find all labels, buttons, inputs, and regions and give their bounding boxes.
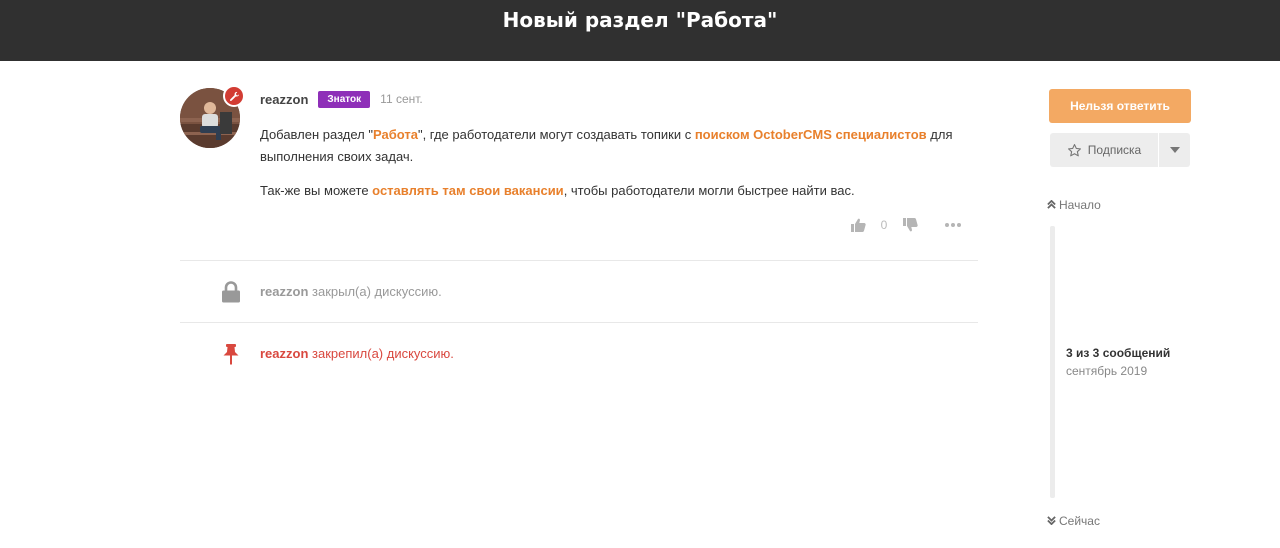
text-span: ", где работодатели могут создавать топи…	[417, 127, 695, 142]
event-closed-text: reazzon закрыл(а) дискуссию.	[260, 284, 442, 299]
post-divider	[180, 260, 978, 261]
scrubber-scrollbar[interactable]	[1050, 226, 1055, 498]
subscription-dropdown-toggle[interactable]	[1159, 133, 1190, 167]
caret-down-icon	[1169, 147, 1180, 153]
discussion-hero: Новый раздел "Работа"	[0, 0, 1280, 61]
link-find-specialists[interactable]: поиском OctoberCMS специалистов	[695, 127, 927, 142]
scrubber-info: 3 из 3 сообщений сентябрь 2019	[1066, 346, 1170, 378]
event-action: закрыл(а) дискуссию.	[308, 284, 442, 299]
post-paragraph: Добавлен раздел "Работа", где работодате…	[260, 124, 960, 168]
double-chevron-up-icon	[1047, 199, 1056, 211]
post-paragraph: Так-же вы можете оставлять там свои вака…	[260, 180, 960, 202]
double-chevron-down-icon	[1047, 515, 1056, 527]
text-span: Добавлен раздел "	[260, 127, 373, 142]
event-divider	[180, 322, 978, 323]
subscription-control: Подписка	[1050, 133, 1190, 167]
post-username[interactable]: reazzon	[260, 92, 308, 107]
star-icon	[1067, 143, 1082, 158]
discussion-title: Новый раздел "Работа"	[502, 8, 778, 32]
scrubber-last[interactable]: Сейчас	[1047, 514, 1100, 528]
pin-icon	[220, 343, 242, 365]
post-header: reazzon Знаток 11 сент.	[260, 90, 423, 108]
scrubber-first-label: Начало	[1059, 198, 1101, 212]
lock-icon	[220, 281, 242, 303]
reply-button[interactable]: Нельзя ответить	[1049, 89, 1191, 123]
event-pinned: reazzon закрепил(а) дискуссию.	[180, 340, 978, 370]
event-closed: reazzon закрыл(а) дискуссию.	[180, 278, 978, 308]
event-username[interactable]: reazzon	[260, 346, 308, 361]
link-post-vacancies[interactable]: оставлять там свои вакансии	[372, 183, 564, 198]
thumbs-down-icon[interactable]	[902, 217, 918, 233]
text-span: , чтобы работодатели могли быстрее найти…	[563, 183, 855, 198]
post-time[interactable]: 11 сент.	[380, 92, 423, 106]
event-pinned-text: reazzon закрепил(а) дискуссию.	[260, 346, 454, 361]
moderator-badge	[223, 85, 245, 107]
subscribe-label: Подписка	[1087, 143, 1142, 157]
group-badge: Знаток	[318, 90, 371, 108]
wrench-icon	[229, 91, 240, 102]
vote-count: 0	[880, 218, 888, 232]
more-options-icon[interactable]	[944, 217, 962, 233]
scrubber-last-label: Сейчас	[1059, 514, 1100, 528]
text-span: Так-же вы можете	[260, 183, 373, 198]
link-work-section[interactable]: Работа	[373, 127, 418, 142]
thumbs-up-icon[interactable]	[850, 217, 866, 233]
user-avatar[interactable]	[180, 85, 245, 150]
scrubber-first[interactable]: Начало	[1047, 198, 1101, 212]
post-actions: 0	[850, 216, 962, 234]
scrubber-position: 3 из 3 сообщений	[1066, 346, 1171, 360]
post-body: Добавлен раздел "Работа", где работодате…	[260, 124, 960, 214]
scrubber-date: сентябрь 2019	[1066, 364, 1148, 378]
subscribe-button[interactable]: Подписка	[1050, 133, 1158, 167]
event-action: закрепил(а) дискуссию.	[308, 346, 454, 361]
event-username[interactable]: reazzon	[260, 284, 308, 299]
